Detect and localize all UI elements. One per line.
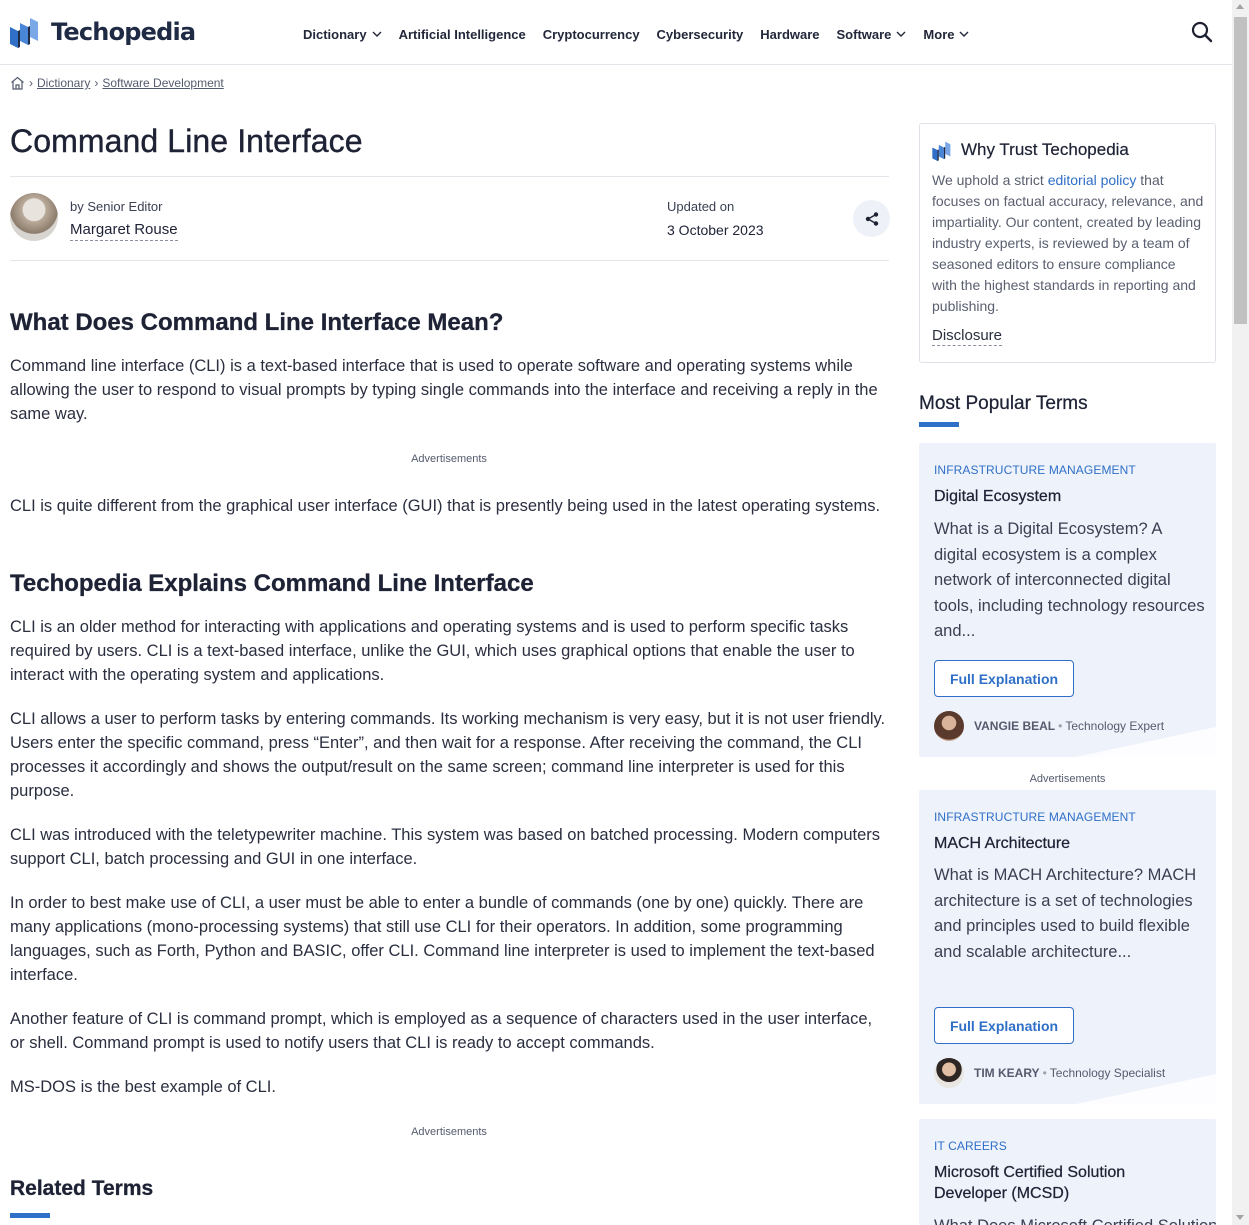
- advertisement-label: Advertisements: [411, 453, 487, 465]
- card-description: What Does Microsoft Certified Solution D…: [934, 1214, 1216, 1225]
- heading-underline: [919, 422, 959, 427]
- trust-text-before: We uphold a strict: [932, 172, 1048, 188]
- site-header: Techopedia Dictionary Artificial Intelli…: [0, 0, 1232, 65]
- updated-date: 3 October 2023: [667, 222, 764, 238]
- why-trust-title: Why Trust Techopedia: [961, 140, 1129, 159]
- full-explanation-button[interactable]: Full Explanation: [934, 1007, 1074, 1044]
- most-popular-heading: Most Popular Terms: [919, 393, 1088, 414]
- breadcrumb: › Dictionary › Software Development: [10, 76, 224, 90]
- card-title[interactable]: Digital Ecosystem: [934, 486, 1199, 507]
- separator-dot: •: [1042, 1066, 1047, 1080]
- nav-item-dictionary[interactable]: Dictionary: [303, 27, 382, 42]
- card-author-name[interactable]: TIM KEARY: [974, 1066, 1040, 1080]
- breadcrumb-link-dictionary[interactable]: Dictionary: [37, 76, 90, 90]
- nav-item-hardware[interactable]: Hardware: [760, 27, 819, 42]
- nav-label: Software: [836, 26, 892, 42]
- why-trust-box: Why Trust Techopedia We uphold a strict …: [919, 123, 1216, 363]
- scroll-down-arrow-icon[interactable]: [1236, 1215, 1244, 1220]
- by-label: by Senior Editor: [70, 199, 163, 214]
- nav-item-more[interactable]: More: [923, 27, 969, 42]
- article-paragraph: CLI is quite different from the graphica…: [10, 497, 881, 515]
- nav-item-cryptocurrency[interactable]: Cryptocurrency: [543, 27, 640, 42]
- author-avatar[interactable]: [10, 193, 58, 241]
- disclosure-link[interactable]: Disclosure: [932, 327, 1003, 346]
- card-author: VANGIE BEAL • Technology Expert: [934, 711, 1164, 741]
- logo-text: Techopedia: [51, 18, 196, 46]
- scroll-thumb[interactable]: [1234, 17, 1247, 324]
- share-button[interactable]: [853, 200, 890, 237]
- page-title: Command Line Interface: [10, 123, 363, 159]
- card-author: TIM KEARY • Technology Specialist: [934, 1058, 1165, 1088]
- techopedia-logo-icon: [10, 17, 38, 48]
- popular-term-card: INFRASTRUCTURE MANAGEMENT MACH Architect…: [919, 790, 1216, 1104]
- popular-term-card: IT CAREERS Microsoft Certified Solution …: [919, 1119, 1216, 1225]
- section-heading-explains: Techopedia Explains Command Line Interfa…: [10, 570, 534, 597]
- card-category[interactable]: INFRASTRUCTURE MANAGEMENT: [934, 463, 1136, 477]
- heading-underline: [10, 1213, 50, 1218]
- nav-label: Cryptocurrency: [542, 26, 640, 42]
- author-avatar[interactable]: [934, 1058, 964, 1088]
- separator-dot: •: [1058, 719, 1063, 733]
- scroll-up-arrow-icon[interactable]: [1236, 4, 1244, 9]
- share-icon: [865, 211, 878, 226]
- nav-label: More: [923, 26, 955, 42]
- breadcrumb-link-software-development[interactable]: Software Development: [102, 76, 223, 90]
- article-paragraph: CLI was introduced with the teletypewrit…: [10, 826, 881, 868]
- search-icon[interactable]: [1190, 20, 1214, 44]
- page-scrollbar[interactable]: [1232, 0, 1249, 1225]
- card-title[interactable]: MACH Architecture: [934, 833, 1199, 854]
- article-byline: by Senior Editor Margaret Rouse Updated …: [10, 176, 890, 261]
- article-paragraph: Command line interface (CLI) is a text-b…: [10, 357, 878, 423]
- article-paragraph: Another feature of CLI is command prompt…: [10, 1010, 873, 1052]
- chevron-down-icon: [959, 31, 969, 37]
- card-category[interactable]: INFRASTRUCTURE MANAGEMENT: [934, 810, 1136, 824]
- editorial-policy-link[interactable]: editorial policy: [1048, 172, 1137, 188]
- home-icon[interactable]: [10, 76, 25, 90]
- article-paragraph: In order to best make use of CLI, a user…: [10, 894, 875, 984]
- techopedia-logo-icon: [932, 141, 951, 161]
- nav-item-artificial-intelligence[interactable]: Artificial Intelligence: [399, 27, 526, 42]
- nav-item-cybersecurity[interactable]: Cybersecurity: [657, 27, 744, 42]
- author-name-link[interactable]: Margaret Rouse: [70, 221, 178, 241]
- advertisement-label: Advertisements: [411, 1126, 487, 1138]
- card-author-role: Technology Expert: [1065, 719, 1165, 733]
- card-category[interactable]: IT CAREERS: [934, 1139, 1007, 1153]
- card-description: What is MACH Architecture? MACH architec…: [934, 866, 1197, 961]
- article-paragraph: MS-DOS is the best example of CLI.: [10, 1078, 276, 1096]
- nav-label: Dictionary: [303, 26, 367, 42]
- section-heading-meaning: What Does Command Line Interface Mean?: [10, 309, 504, 336]
- card-author-role: Technology Specialist: [1049, 1066, 1166, 1080]
- advertisement-label: Advertisements: [1029, 773, 1106, 785]
- nav-label: Cybersecurity: [656, 26, 744, 42]
- article-paragraph: CLI is an older method for interacting w…: [10, 618, 855, 684]
- article-paragraph: CLI allows a user to perform tasks by en…: [10, 710, 886, 800]
- related-terms-heading: Related Terms: [10, 1177, 154, 1200]
- card-author-name[interactable]: VANGIE BEAL: [974, 719, 1055, 733]
- author-avatar[interactable]: [934, 711, 964, 741]
- chevron-down-icon: [896, 31, 906, 37]
- nav-label: Hardware: [760, 26, 820, 42]
- nav-item-software[interactable]: Software: [837, 27, 907, 42]
- main-nav: Dictionary Artificial Intelligence Crypt…: [303, 24, 986, 44]
- breadcrumb-separator-icon: ›: [29, 76, 33, 90]
- nav-label: Artificial Intelligence: [398, 26, 526, 42]
- updated-label: Updated on: [667, 199, 735, 214]
- why-trust-text: We uphold a strict editorial policy that…: [932, 170, 1204, 317]
- site-logo[interactable]: Techopedia: [10, 16, 196, 48]
- chevron-down-icon: [372, 31, 382, 37]
- breadcrumb-separator-icon: ›: [94, 76, 99, 90]
- card-title[interactable]: Microsoft Certified Solution Developer (…: [934, 1162, 1199, 1204]
- card-description: What is a Digital Ecosystem? A digital e…: [934, 520, 1205, 640]
- popular-term-card: INFRASTRUCTURE MANAGEMENT Digital Ecosys…: [919, 443, 1216, 757]
- trust-text-after: that focuses on factual accuracy, releva…: [932, 172, 1204, 314]
- full-explanation-button[interactable]: Full Explanation: [934, 660, 1074, 697]
